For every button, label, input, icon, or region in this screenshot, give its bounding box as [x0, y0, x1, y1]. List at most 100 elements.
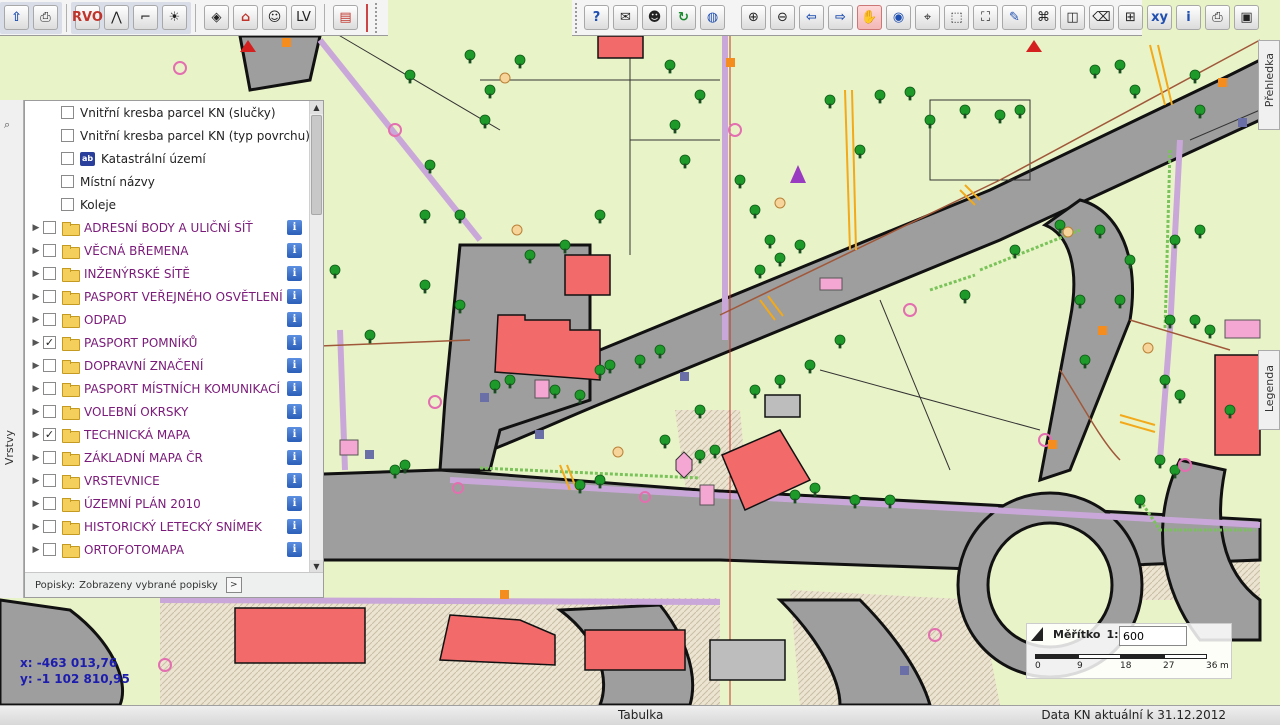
layers-manager-button[interactable]: ⇧ [4, 5, 29, 30]
layer-group-row[interactable]: ▶ ADRESNÍ BODY A ULIČNÍ SÍŤ i [25, 216, 310, 239]
magnifier-icon[interactable]: ⌕ [4, 118, 10, 132]
scroll-up-arrow[interactable]: ▲ [310, 101, 323, 114]
user-button[interactable]: ☻ [642, 5, 667, 30]
info-icon[interactable]: i [287, 266, 302, 281]
layers-dock-label[interactable]: Vrstvy [3, 430, 16, 465]
rvo-tool-button[interactable]: RVO [72, 5, 103, 30]
expand-arrow-icon[interactable]: ▶ [29, 453, 43, 463]
layer-group-checkbox[interactable] [43, 520, 56, 533]
info-icon[interactable]: i [287, 312, 302, 327]
layer-checkbox[interactable] [61, 106, 74, 119]
layer-checkbox[interactable] [61, 129, 74, 142]
expand-arrow-icon[interactable]: ▶ [29, 522, 43, 532]
person-tool-button[interactable]: ☺ [262, 5, 287, 30]
layer-group-row[interactable]: ▶ INŽENÝRSKÉ SÍTĚ i [25, 262, 310, 285]
refresh-button[interactable]: ↻ [671, 5, 696, 30]
info-icon[interactable]: i [287, 289, 302, 304]
help-button[interactable]: ? [584, 5, 609, 30]
layer-group-row[interactable]: ▶ ORTOFOTOMAPA i [25, 538, 310, 561]
lv-tool-button[interactable]: LV [291, 5, 316, 30]
print-button[interactable]: ⎙ [33, 5, 58, 30]
info-icon[interactable]: i [287, 381, 302, 396]
draw-button[interactable]: ✎ [1002, 5, 1027, 30]
layer-row[interactable]: Koleje [25, 193, 310, 216]
info-icon[interactable]: i [287, 358, 302, 373]
layer-group-checkbox[interactable] [43, 497, 56, 510]
expand-arrow-icon[interactable]: ▶ [29, 476, 43, 486]
forward-button[interactable]: ⇨ [828, 5, 853, 30]
zoom-window-button[interactable]: ⬚ [944, 5, 969, 30]
layer-group-checkbox[interactable] [43, 474, 56, 487]
save-button[interactable]: ▣ [1234, 5, 1259, 30]
scroll-thumb[interactable] [311, 115, 322, 215]
layer-row[interactable]: ab Katastrální území [25, 147, 310, 170]
layer-group-row[interactable]: ▶ ✓ TECHNICKÁ MAPA i [25, 423, 310, 446]
layer-group-row[interactable]: ▶ VOLEBNÍ OKRSKY i [25, 400, 310, 423]
layer-group-row[interactable]: ▶ HISTORICKÝ LETECKÝ SNÍMEK i [25, 515, 310, 538]
layer-row[interactable]: Vnitřní kresba parcel KN (typ povrchu) [25, 124, 310, 147]
scale-input[interactable] [1119, 626, 1187, 646]
zoom-out-button[interactable]: ⊖ [770, 5, 795, 30]
layer-group-checkbox[interactable] [43, 267, 56, 280]
info-icon[interactable]: i [287, 335, 302, 350]
layer-group-checkbox[interactable] [43, 313, 56, 326]
overview-tab[interactable]: Přehledka [1258, 40, 1280, 130]
select-button[interactable]: ⛶ [973, 5, 998, 30]
table-toggle[interactable]: Tabulka [618, 708, 663, 722]
expand-arrow-icon[interactable]: ▶ [29, 384, 43, 394]
layer-group-row[interactable]: ▶ ODPAD i [25, 308, 310, 331]
info-icon[interactable]: i [287, 450, 302, 465]
expand-arrow-icon[interactable]: ▶ [29, 545, 43, 555]
info-icon[interactable]: i [287, 427, 302, 442]
layer-group-row[interactable]: ▶ ZÁKLADNÍ MAPA ČR i [25, 446, 310, 469]
layer-group-row[interactable]: ▶ ✓ PASPORT POMNÍKŮ i [25, 331, 310, 354]
expand-arrow-icon[interactable]: ▶ [29, 430, 43, 440]
overview-tab-label[interactable]: Přehledka [1263, 53, 1276, 107]
layer-checkbox[interactable] [61, 152, 74, 165]
layer-group-checkbox[interactable] [43, 405, 56, 418]
zoom-in-button[interactable]: ⊕ [741, 5, 766, 30]
expand-arrow-icon[interactable]: ▶ [29, 292, 43, 302]
expand-arrow-icon[interactable]: ▶ [29, 246, 43, 256]
info-icon[interactable]: i [287, 473, 302, 488]
layer-checkbox[interactable] [61, 198, 74, 211]
back-button[interactable]: ⇦ [799, 5, 824, 30]
toolbar-grip[interactable] [575, 2, 577, 33]
layer-group-row[interactable]: ▶ ÚZEMNÍ PLÁN 2010 i [25, 492, 310, 515]
layer-group-checkbox[interactable] [43, 382, 56, 395]
info-icon[interactable]: i [287, 220, 302, 235]
overlay-button[interactable]: ◫ [1060, 5, 1085, 30]
identify-button[interactable]: ⌘ [1031, 5, 1056, 30]
layer-group-checkbox[interactable] [43, 244, 56, 257]
labels-footer-button[interactable]: > [225, 577, 242, 593]
info-icon[interactable]: i [287, 542, 302, 557]
layer-group-checkbox[interactable] [43, 290, 56, 303]
stamp-button[interactable]: ⊞ [1118, 5, 1143, 30]
expand-arrow-icon[interactable]: ▶ [29, 407, 43, 417]
layer-group-checkbox[interactable]: ✓ [43, 336, 56, 349]
print-map-button[interactable]: ⎙ [1205, 5, 1230, 30]
layer-row[interactable]: Místní názvy [25, 170, 310, 193]
layer-group-row[interactable]: ▶ DOPRAVNÍ ZNAČENÍ i [25, 354, 310, 377]
expand-arrow-icon[interactable]: ▶ [29, 499, 43, 509]
info-icon[interactable]: i [287, 243, 302, 258]
info-icon[interactable]: i [287, 404, 302, 419]
layer-group-checkbox[interactable] [43, 543, 56, 556]
parcel-info-button[interactable]: ⌐ [133, 5, 158, 30]
expand-arrow-icon[interactable]: ▶ [29, 315, 43, 325]
mail-button[interactable]: ✉ [613, 5, 638, 30]
info-button[interactable]: i [1176, 5, 1201, 30]
layer-row[interactable]: Vnitřní kresba parcel KN (slučky) [25, 101, 310, 124]
line-tool-button[interactable]: ⋀ [104, 5, 129, 30]
toolbar-grip[interactable] [375, 2, 381, 33]
eraser-button[interactable]: ⌫ [1089, 5, 1114, 30]
measure-tool-button[interactable]: ◈ [204, 5, 229, 30]
layer-group-checkbox[interactable]: ✓ [43, 428, 56, 441]
layer-group-checkbox[interactable] [43, 359, 56, 372]
legend-tab[interactable]: Legenda [1258, 350, 1280, 430]
expand-arrow-icon[interactable]: ▶ [29, 338, 43, 348]
info-icon[interactable]: i [287, 519, 302, 534]
info-icon[interactable]: i [287, 496, 302, 511]
expand-arrow-icon[interactable]: ▶ [29, 361, 43, 371]
globe-button[interactable]: ◍ [700, 5, 725, 30]
